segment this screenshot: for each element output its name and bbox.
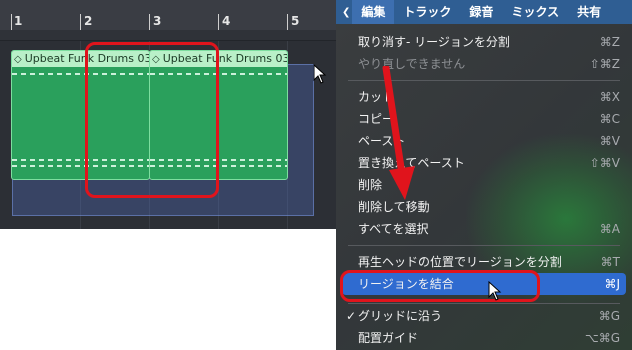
mouse-cursor-icon [313,64,327,84]
cycle-strip[interactable] [0,30,336,41]
annotation-highlight-box [85,42,219,198]
shortcut-label: ⌘C [599,112,620,126]
menu-edit[interactable]: 編集 [352,0,395,24]
bar-number-4: 4 [222,14,231,28]
shortcut-label: ⌘J [604,277,620,291]
menu-record[interactable]: 録音 [460,0,502,24]
bar-ruler[interactable]: 1 2 3 4 5 [0,0,336,31]
menu-track[interactable]: トラック [394,0,460,24]
menu-separator [348,303,620,304]
bar-tick [287,14,288,30]
bar-number-1: 1 [14,14,23,28]
shortcut-label: ⌘A [599,222,620,236]
menu-separator [348,245,620,246]
shortcut-label: ⇧⌘V [589,156,620,170]
menu-item-alignment-guides[interactable]: 配置ガイド ⌥⌘G [342,327,626,349]
annotation-arrow-icon [382,66,415,200]
shortcut-label: ⌘G [598,309,620,323]
shortcut-label: ⌘X [599,90,620,104]
bar-tick [80,14,81,30]
checkmark-icon: ✓ [346,309,357,323]
mouse-cursor-icon [488,281,502,301]
menu-mix[interactable]: ミックス [502,0,568,24]
menu-item-label: 配置ガイド [358,331,419,345]
menu-item-label: 取り消す- リージョンを分割 [358,35,510,49]
menu-item-select-all[interactable]: すべてを選択 ⌘A [342,218,626,240]
menu-item-snap-to-grid[interactable]: ✓ グリッドに沿う ⌘G [342,305,626,327]
shortcut-label: ⌥⌘G [584,331,620,345]
bar-tick [11,14,12,30]
menu-bar: ❮ 編集 トラック 録音 ミックス 共有 [336,0,632,24]
shortcut-label: ⌘Z [599,35,620,49]
bar-number-2: 2 [84,14,93,28]
bar-tick [149,14,150,30]
bar-number-5: 5 [291,14,300,28]
menu-item-undo[interactable]: 取り消す- リージョンを分割 ⌘Z [342,31,626,53]
blank-area [0,229,336,350]
shortcut-label: ⇧⌘Z [589,57,620,71]
menu-item-label: 削除 [358,178,383,192]
shortcut-label: ⌘T [600,255,620,269]
menu-share[interactable]: 共有 [568,0,610,24]
bar-tick [218,14,219,30]
menu-item-label: すべてを選択 [358,222,429,236]
chevron-left-icon: ❮ [342,6,351,18]
shortcut-label: ⌘V [599,134,620,148]
annotation-highlight-box [340,270,540,302]
bar-number-3: 3 [153,14,162,28]
arrange-area: 1 2 3 4 5 ◇ Upbeat Funk Drums 03 ◇ Upbeat … [0,0,336,229]
menu-item-label: グリッドに沿う [358,309,443,323]
loop-icon: ◇ [14,54,22,65]
